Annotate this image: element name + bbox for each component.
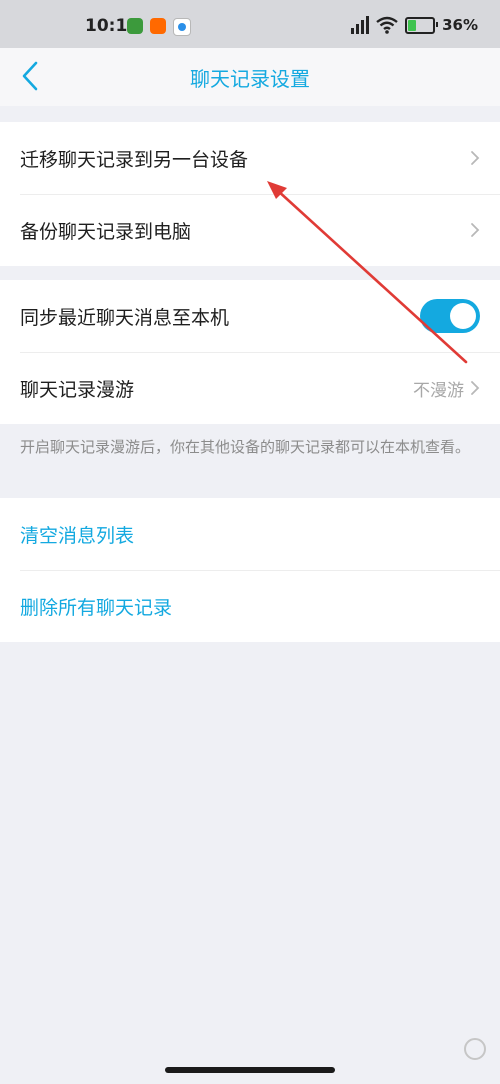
migrate-chat-history-row[interactable]: 迁移聊天记录到另一台设备 bbox=[0, 122, 500, 194]
transfer-backup-group: 迁移聊天记录到另一台设备 备份聊天记录到电脑 bbox=[0, 122, 500, 266]
delete-all-chat-history-row[interactable]: 删除所有聊天记录 bbox=[0, 570, 500, 642]
sync-roaming-group: 同步最近聊天消息至本机 聊天记录漫游 不漫游 bbox=[0, 280, 500, 424]
nav-header: 聊天记录设置 bbox=[0, 48, 500, 106]
clear-delete-group: 清空消息列表 删除所有聊天记录 bbox=[0, 498, 500, 642]
page-title: 聊天记录设置 bbox=[190, 67, 310, 91]
chevron-right-icon bbox=[471, 223, 480, 237]
backup-to-pc-label: 备份聊天记录到电脑 bbox=[20, 220, 192, 243]
status-bar: 10:10 36% bbox=[0, 0, 500, 48]
chat-roaming-row[interactable]: 聊天记录漫游 不漫游 bbox=[0, 352, 500, 424]
sync-recent-messages-row: 同步最近聊天消息至本机 bbox=[0, 280, 500, 352]
sync-recent-messages-label: 同步最近聊天消息至本机 bbox=[20, 306, 230, 329]
battery-percent: 36% bbox=[442, 16, 478, 34]
battery-charging-icon bbox=[405, 16, 439, 34]
watermark-logo bbox=[464, 1038, 486, 1060]
paw-icon bbox=[464, 1038, 486, 1060]
chevron-right-icon bbox=[471, 381, 480, 395]
battery-level bbox=[408, 19, 417, 31]
app-notification-blue-icon bbox=[173, 18, 191, 36]
home-indicator[interactable] bbox=[165, 1067, 335, 1073]
clear-message-list-label: 清空消息列表 bbox=[20, 524, 135, 547]
app-notification-green-icon bbox=[127, 18, 143, 34]
status-indicators: 36% bbox=[351, 14, 478, 36]
roaming-hint-text: 开启聊天记录漫游后，你在其他设备的聊天记录都可以在本机查看。 bbox=[20, 438, 471, 456]
toggle-knob bbox=[450, 303, 476, 329]
hd-signal-icon bbox=[351, 16, 370, 34]
screen: 10:10 36% 聊天记录设置 迁移聊天记录到另一台设备 备份聊天记录到电脑 … bbox=[0, 0, 500, 1084]
delete-all-chat-history-label: 删除所有聊天记录 bbox=[20, 596, 173, 619]
chevron-right-icon bbox=[471, 151, 480, 165]
backup-to-pc-row[interactable]: 备份聊天记录到电脑 bbox=[0, 194, 500, 266]
sync-recent-messages-toggle[interactable] bbox=[420, 299, 480, 333]
clear-message-list-row[interactable]: 清空消息列表 bbox=[0, 498, 500, 570]
chat-roaming-value: 不漫游 bbox=[413, 380, 464, 401]
migrate-chat-history-label: 迁移聊天记录到另一台设备 bbox=[20, 148, 249, 171]
mi-app-icon bbox=[150, 18, 166, 34]
chat-roaming-label: 聊天记录漫游 bbox=[20, 378, 135, 401]
wifi-icon bbox=[376, 16, 398, 34]
